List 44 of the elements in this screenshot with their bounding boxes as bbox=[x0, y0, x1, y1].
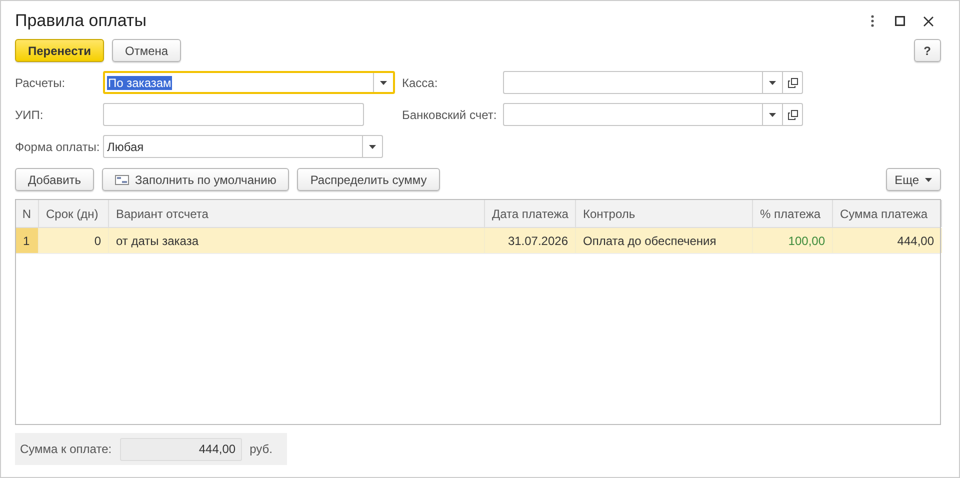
table-row[interactable]: 1 0 от даты заказа 31.07.2026 Оплата до обеспечения 100,00 444,00 bbox=[16, 228, 940, 254]
table-cell: от даты заказа bbox=[109, 228, 485, 253]
total-field: 444,00 bbox=[120, 438, 242, 460]
field-label: УИП: bbox=[15, 108, 44, 122]
toolbar-button[interactable]: Распределить сумму bbox=[297, 168, 440, 191]
open-icon bbox=[788, 78, 798, 88]
table-cell: 100,00 bbox=[753, 228, 833, 253]
field-label: Расчеты: bbox=[15, 76, 66, 90]
move-button[interactable]: Перенести bbox=[15, 39, 104, 62]
caret-icon bbox=[925, 178, 932, 182]
field-label: Касса: bbox=[402, 76, 439, 90]
window-title: Правила оплаты bbox=[15, 11, 148, 31]
more-button[interactable]: Еще bbox=[886, 168, 941, 191]
column-header[interactable]: % платежа bbox=[753, 200, 833, 227]
cancel-button[interactable]: Отмена bbox=[112, 39, 182, 62]
dropdown-field[interactable]: Любая bbox=[103, 135, 383, 158]
field-label: Форма оплаты: bbox=[15, 140, 101, 154]
table-cell: 444,00 bbox=[833, 228, 942, 253]
dropdown-field[interactable] bbox=[503, 71, 803, 94]
dropdown-field[interactable] bbox=[503, 103, 803, 126]
input-field[interactable] bbox=[103, 103, 364, 126]
table-cell: 1 bbox=[16, 228, 39, 253]
open-icon bbox=[788, 110, 798, 120]
currency-label: руб. bbox=[250, 442, 272, 456]
column-header[interactable]: Сумма платежа bbox=[833, 200, 942, 227]
column-header[interactable]: Дата платежа bbox=[485, 200, 576, 227]
total-label: Сумма к оплате: bbox=[20, 442, 112, 456]
caret-icon bbox=[769, 80, 776, 84]
column-header[interactable]: Контроль bbox=[576, 200, 753, 227]
table-cell: Оплата до обеспечения bbox=[576, 228, 753, 253]
dropdown-field[interactable]: По заказам bbox=[103, 71, 395, 94]
column-header[interactable]: Срок (дн) bbox=[39, 200, 109, 227]
caret-icon bbox=[369, 144, 376, 148]
toolbar-button[interactable]: Заполнить по умолчанию bbox=[102, 168, 290, 191]
caret-icon bbox=[769, 112, 776, 116]
caret-icon bbox=[380, 80, 387, 84]
help-button[interactable]: ? bbox=[914, 39, 941, 62]
table-fill-icon bbox=[115, 174, 130, 184]
column-header[interactable]: Вариант отсчета bbox=[109, 200, 485, 227]
toolbar-button[interactable]: Добавить bbox=[15, 168, 94, 191]
table-cell: 31.07.2026 bbox=[485, 228, 576, 253]
column-header[interactable]: N bbox=[16, 200, 39, 227]
field-label: Банковский счет: bbox=[402, 108, 498, 122]
table-cell: 0 bbox=[39, 228, 109, 253]
